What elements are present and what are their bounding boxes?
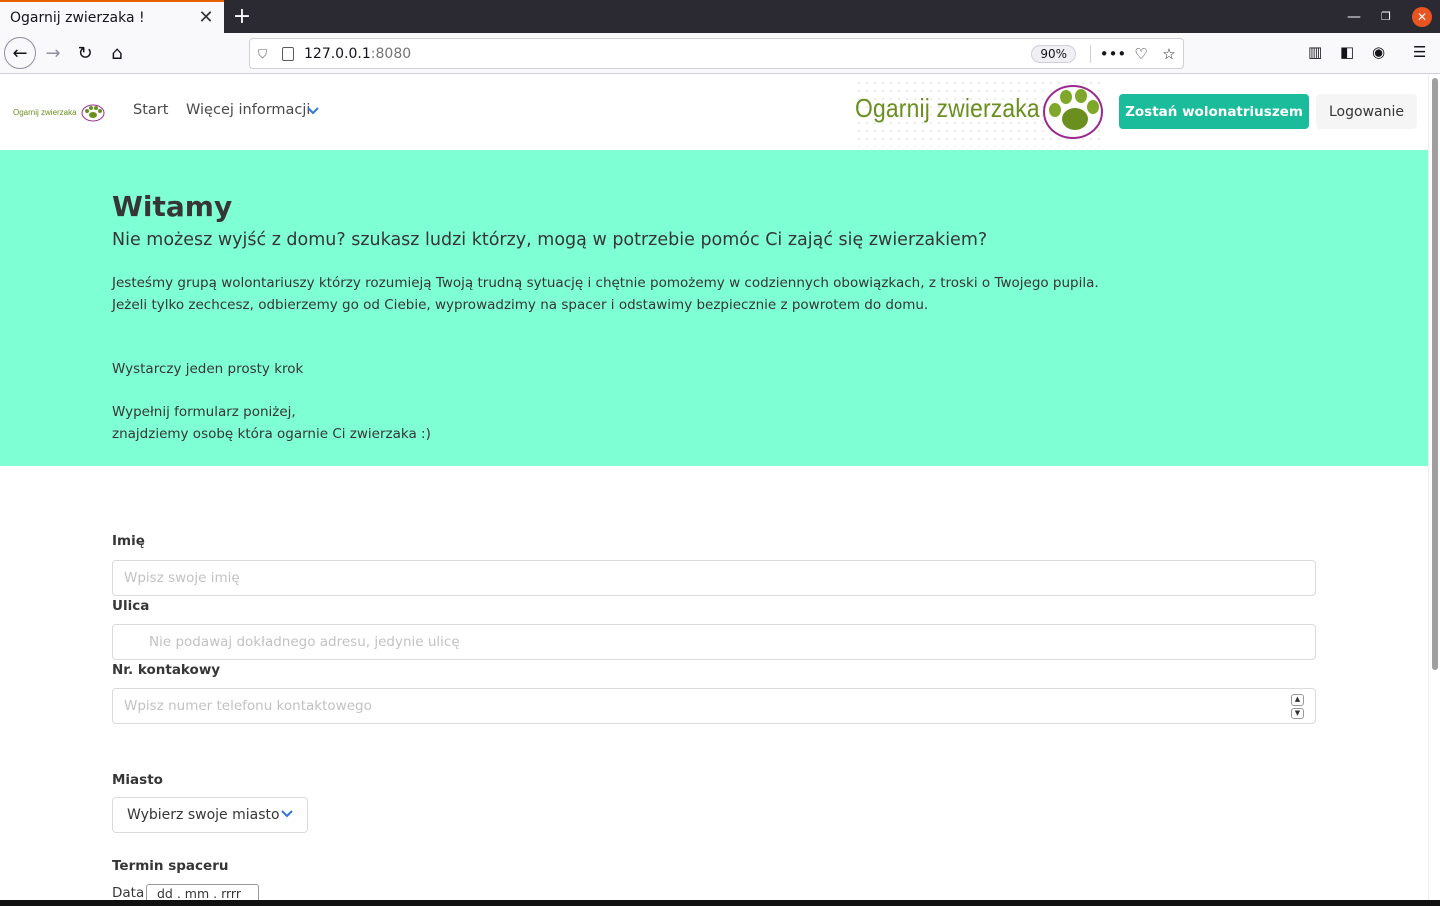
hero-paragraph-2: Jeżeli tylko zechcesz, odbierzemy go od … xyxy=(112,297,929,313)
hero-section: Witamy Nie możesz wyjść z domu? szukasz … xyxy=(0,150,1428,466)
tab-close-icon[interactable]: ✕ xyxy=(194,6,218,30)
bookmark-star-icon[interactable]: ☆ xyxy=(1155,45,1183,63)
date-input[interactable]: dd . mm . rrrr xyxy=(146,884,259,900)
page-viewport: Ogarnij zwierzaka Start Więcej informacj… xyxy=(0,75,1428,900)
tab-title: Ogarnij zwierzaka ! xyxy=(10,9,145,26)
sidebar-icon[interactable]: ◧ xyxy=(1340,43,1354,61)
browser-toolbar: ← → ↻ ⌂ ⛉ 127.0.0.1:8080 90% ••• ♡ ☆ ▥ ◧… xyxy=(0,33,1440,74)
hero-paragraph-4: Wypełnij formularz poniżej, xyxy=(112,404,296,420)
paw-icon xyxy=(1043,85,1103,139)
city-label: Miasto xyxy=(112,772,163,788)
small-paw-icon xyxy=(81,104,105,122)
pocket-icon[interactable]: ♡ xyxy=(1127,45,1155,63)
browser-tab-bar: Ogarnij zwierzaka ! ✕ + — ❐ ✕ xyxy=(0,0,1440,33)
account-icon[interactable]: ◉ xyxy=(1372,43,1385,61)
tracking-shield-icon[interactable]: ⛉ xyxy=(258,47,272,61)
walk-term-label: Termin spaceru xyxy=(112,858,229,874)
city-select[interactable]: Wybierz swoje miasto xyxy=(112,797,308,833)
more-actions-icon[interactable]: ••• xyxy=(1099,45,1127,63)
city-select-value: Wybierz swoje miasto xyxy=(127,807,280,823)
bottom-edge xyxy=(0,900,1440,906)
new-tab-icon[interactable]: + xyxy=(230,4,254,29)
library-icon[interactable]: ▥ xyxy=(1308,43,1322,61)
scrollbar-thumb[interactable] xyxy=(1432,78,1438,670)
phone-placeholder: Wpisz numer telefonu kontaktowego xyxy=(124,698,372,714)
name-placeholder: Wpisz swoje imię xyxy=(124,570,240,586)
phone-stepper[interactable]: ▲ ▼ xyxy=(1291,694,1304,719)
name-input[interactable]: Wpisz swoje imię xyxy=(112,560,1316,596)
big-logo[interactable]: Ogarnij zwierzaka xyxy=(855,79,1105,147)
site-navbar: Ogarnij zwierzaka Start Więcej informacj… xyxy=(0,75,1428,150)
stepper-down-icon[interactable]: ▼ xyxy=(1291,707,1304,719)
menu-hamburger-icon[interactable]: ☰ xyxy=(1413,43,1426,61)
home-icon[interactable]: ⌂ xyxy=(102,38,132,68)
chevron-down-icon[interactable] xyxy=(307,105,319,119)
street-label: Ulica xyxy=(112,598,150,614)
window-minimize-icon[interactable]: — xyxy=(1347,0,1361,33)
stepper-up-icon[interactable]: ▲ xyxy=(1291,694,1304,706)
hero-paragraph-5: znajdziemy osobę która ogarnie Ci zwierz… xyxy=(112,426,431,442)
hero-title: Witamy xyxy=(112,190,233,223)
hero-subtitle: Nie możesz wyjść z domu? szukasz ludzi k… xyxy=(112,230,988,250)
forward-arrow-icon[interactable]: → xyxy=(38,38,68,68)
page-info-icon[interactable] xyxy=(282,46,294,61)
street-placeholder: Nie podawaj dokładnego adresu, jedynie u… xyxy=(149,634,460,650)
reload-icon[interactable]: ↻ xyxy=(70,38,100,68)
date-label: Data xyxy=(112,885,145,900)
phone-label: Nr. kontakowy xyxy=(112,662,221,678)
browser-tab[interactable]: Ogarnij zwierzaka ! ✕ xyxy=(0,0,224,33)
small-logo-text: Ogarnij zwierzaka xyxy=(13,107,77,117)
url-text[interactable]: 127.0.0.1:8080 xyxy=(304,46,1031,62)
zoom-level-badge[interactable]: 90% xyxy=(1031,44,1076,63)
street-input[interactable]: Nie podawaj dokładnego adresu, jedynie u… xyxy=(112,624,1316,660)
name-label: Imię xyxy=(112,533,145,549)
nav-more-info-link[interactable]: Więcej informacji xyxy=(186,102,310,118)
url-port: :8080 xyxy=(370,45,412,62)
url-separator xyxy=(1090,44,1091,63)
login-button[interactable]: Logowanie xyxy=(1316,94,1417,129)
big-logo-text: Ogarnij zwierzaka xyxy=(855,93,1040,123)
phone-input[interactable]: Wpisz numer telefonu kontaktowego ▲ ▼ xyxy=(112,688,1316,724)
url-host: 127.0.0.1 xyxy=(304,45,371,62)
become-volunteer-button[interactable]: Zostań wolonatriuszem xyxy=(1119,94,1309,129)
hero-paragraph-1: Jesteśmy grupą wolontariuszy którzy rozu… xyxy=(112,275,1099,291)
page-scrollbar[interactable] xyxy=(1428,75,1440,900)
url-bar[interactable]: ⛉ 127.0.0.1:8080 90% ••• ♡ ☆ xyxy=(249,38,1184,69)
back-arrow-icon[interactable]: ← xyxy=(4,37,36,69)
chevron-down-icon xyxy=(281,808,293,822)
small-logo[interactable]: Ogarnij zwierzaka xyxy=(13,102,105,122)
hero-paragraph-3: Wystarczy jeden prosty krok xyxy=(112,361,304,377)
nav-start-link[interactable]: Start xyxy=(133,102,168,118)
window-restore-icon[interactable]: ❐ xyxy=(1381,0,1391,33)
window-close-icon[interactable]: ✕ xyxy=(1412,7,1432,27)
